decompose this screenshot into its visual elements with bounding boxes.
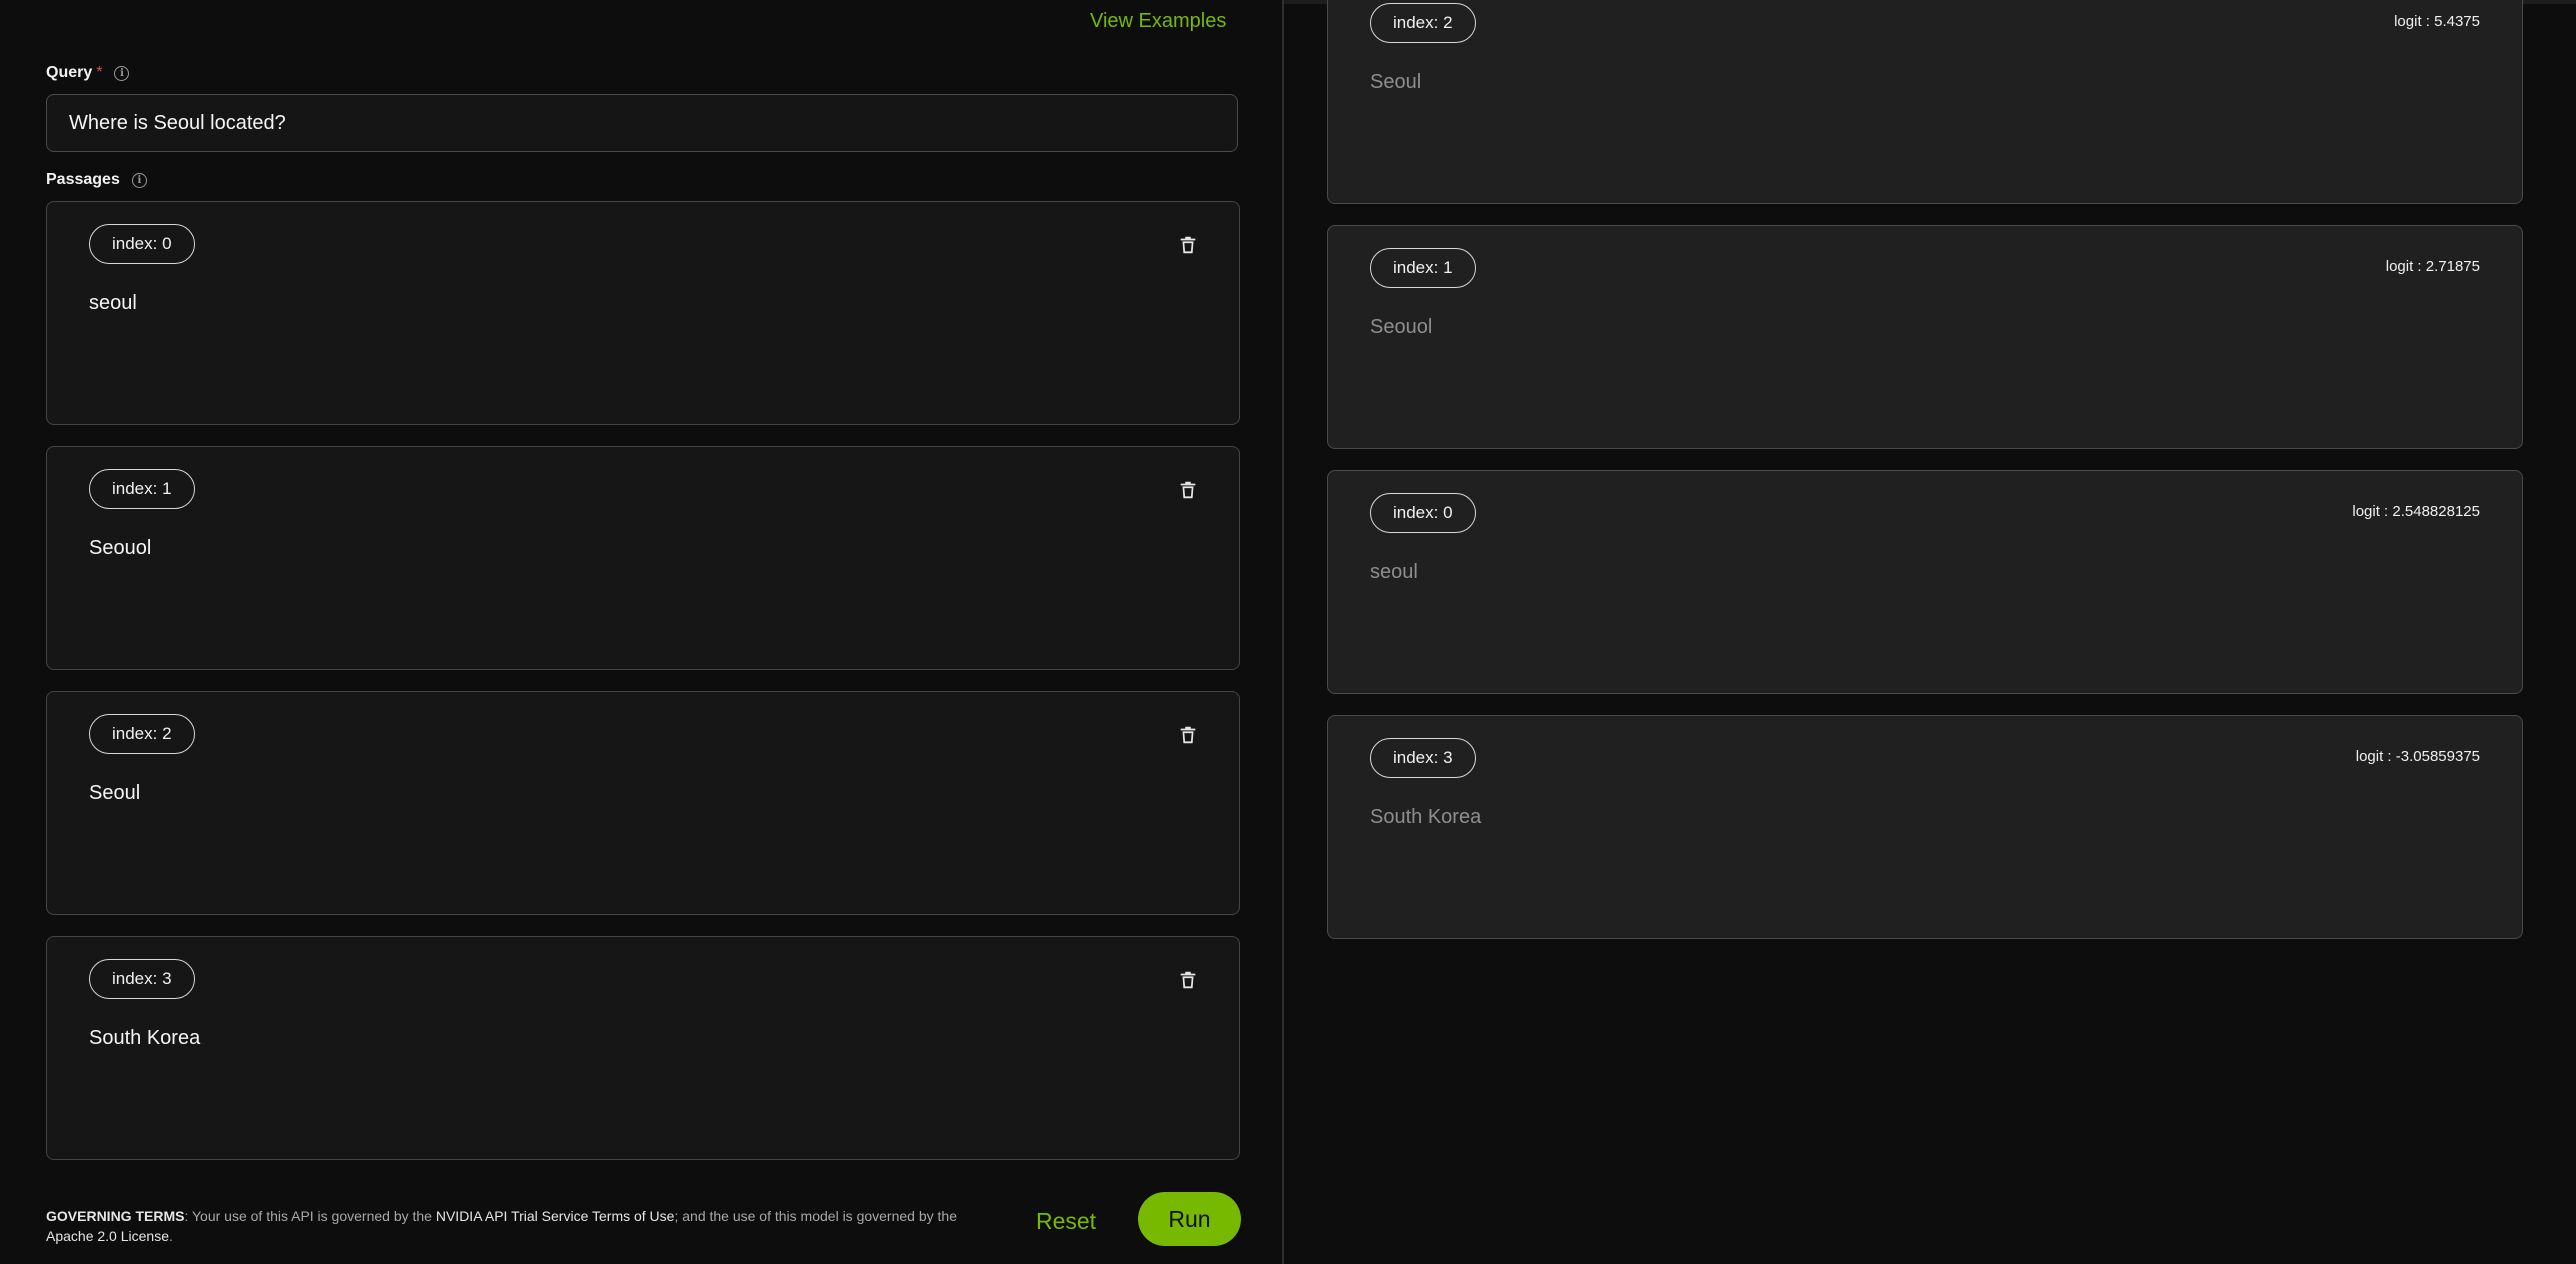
index-badge: index: 0 bbox=[1370, 493, 1476, 533]
input-panel: View Examples Query * i Passages i index… bbox=[0, 0, 1282, 1264]
result-text: Seouol bbox=[1370, 316, 1433, 338]
index-badge: index: 2 bbox=[89, 714, 195, 754]
index-badge: index: 1 bbox=[89, 469, 195, 509]
info-icon[interactable]: i bbox=[131, 172, 147, 188]
index-badge: index: 1 bbox=[1370, 248, 1476, 288]
query-input[interactable] bbox=[46, 94, 1238, 152]
result-text: Seoul bbox=[1370, 71, 1422, 93]
logit-value: logit : 2.548828125 bbox=[2352, 503, 2480, 520]
results-panel: index: 2 logit : 5.4375 Seoul index: 1 l… bbox=[1284, 0, 2576, 1264]
license-link[interactable]: Apache 2.0 License bbox=[46, 1228, 169, 1244]
governing-text: ; and the use of this model is governed … bbox=[674, 1208, 957, 1224]
logit-value: logit : 5.4375 bbox=[2394, 13, 2480, 30]
governing-text: . bbox=[168, 1228, 173, 1244]
passage-card[interactable]: index: 3 South Korea bbox=[46, 936, 1240, 1160]
run-button[interactable]: Run bbox=[1138, 1192, 1241, 1246]
trash-icon[interactable] bbox=[1177, 969, 1199, 991]
result-card: index: 0 logit : 2.548828125 seoul bbox=[1327, 470, 2523, 694]
passage-text[interactable]: Seouol bbox=[89, 537, 151, 560]
passage-text[interactable]: Seoul bbox=[89, 782, 140, 805]
logit-value: logit : -3.05859375 bbox=[2355, 748, 2480, 765]
index-badge: index: 3 bbox=[1370, 738, 1476, 778]
required-asterisk: * bbox=[96, 64, 103, 81]
trash-icon[interactable] bbox=[1177, 724, 1199, 746]
query-label: Query * i bbox=[46, 64, 130, 82]
governing-title: GOVERNING TERMS bbox=[46, 1208, 185, 1224]
passage-text[interactable]: seoul bbox=[89, 292, 137, 315]
result-card: index: 3 logit : -3.05859375 South Korea bbox=[1327, 715, 2523, 939]
logit-value: logit : 2.71875 bbox=[2385, 258, 2480, 275]
result-text: South Korea bbox=[1370, 806, 1482, 828]
result-card: index: 2 logit : 5.4375 Seoul bbox=[1327, 0, 2523, 204]
index-badge: index: 2 bbox=[1370, 3, 1476, 43]
info-icon[interactable]: i bbox=[114, 65, 130, 81]
passage-card[interactable]: index: 0 seoul bbox=[46, 201, 1240, 425]
terms-of-use-link[interactable]: NVIDIA API Trial Service Terms of Use bbox=[436, 1208, 675, 1224]
index-badge: index: 0 bbox=[89, 224, 195, 264]
governing-text: : Your use of this API is governed by th… bbox=[184, 1208, 436, 1224]
passages-label-text: Passages bbox=[46, 171, 120, 188]
trash-icon[interactable] bbox=[1177, 234, 1199, 256]
view-examples-link[interactable]: View Examples bbox=[1090, 10, 1226, 33]
passages-label: Passages i bbox=[46, 171, 147, 189]
result-text: seoul bbox=[1370, 561, 1418, 583]
index-badge: index: 3 bbox=[89, 959, 195, 999]
passage-card[interactable]: index: 2 Seoul bbox=[46, 691, 1240, 915]
result-card: index: 1 logit : 2.71875 Seouol bbox=[1327, 225, 2523, 449]
trash-icon[interactable] bbox=[1177, 479, 1199, 501]
passage-card[interactable]: index: 1 Seouol bbox=[46, 446, 1240, 670]
governing-terms: GOVERNING TERMS: Your use of this API is… bbox=[46, 1206, 996, 1246]
reset-button[interactable]: Reset bbox=[1016, 1194, 1116, 1248]
passage-text[interactable]: South Korea bbox=[89, 1027, 200, 1050]
query-label-text: Query bbox=[46, 64, 93, 81]
